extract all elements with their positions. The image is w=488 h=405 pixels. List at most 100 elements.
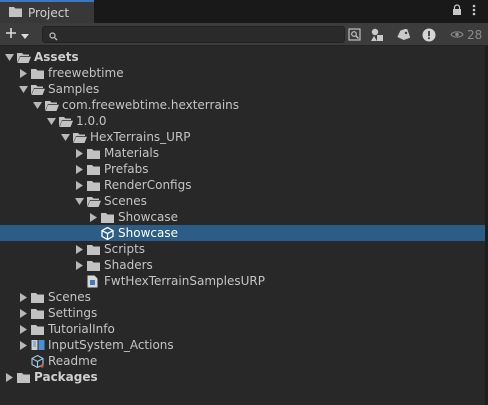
project-toolbar: 28 bbox=[0, 23, 488, 46]
hidden-count-label: 28 bbox=[467, 27, 483, 42]
plus-icon bbox=[5, 27, 17, 42]
folder-icon bbox=[87, 259, 101, 271]
folder-icon bbox=[9, 6, 22, 20]
tree-row[interactable]: Readme bbox=[0, 353, 485, 369]
tree-row[interactable]: Samples bbox=[0, 81, 485, 97]
tree-item-label: FwtHexTerrainSamplesURP bbox=[104, 274, 265, 288]
folder-icon bbox=[31, 307, 45, 319]
collapsed-arrow-icon[interactable] bbox=[4, 372, 14, 382]
create-button[interactable] bbox=[5, 25, 33, 44]
folder-open-icon bbox=[87, 195, 101, 207]
tree-item-label: Scenes bbox=[48, 290, 91, 304]
tree-row[interactable]: Scenes bbox=[0, 193, 485, 209]
folder-icon bbox=[87, 163, 101, 175]
input-actions-icon bbox=[31, 339, 45, 351]
tree-row[interactable]: Scenes bbox=[0, 289, 485, 305]
tree-item-label: Settings bbox=[48, 306, 98, 320]
info-icon[interactable] bbox=[420, 26, 438, 43]
folder-open-icon bbox=[73, 131, 87, 143]
tree-row[interactable]: FwtHexTerrainSamplesURP bbox=[0, 273, 485, 289]
filter-by-label-icon[interactable] bbox=[394, 26, 412, 43]
tree-item-label: Samples bbox=[48, 82, 100, 96]
search-by-type-icon[interactable] bbox=[346, 26, 362, 43]
collapsed-arrow-icon[interactable] bbox=[74, 260, 84, 270]
lock-icon[interactable] bbox=[452, 4, 462, 19]
search-input[interactable] bbox=[42, 26, 345, 43]
folder-icon bbox=[87, 147, 101, 159]
folder-open-icon bbox=[17, 51, 31, 63]
folder-icon bbox=[31, 323, 45, 335]
tree-row[interactable]: freewebtime bbox=[0, 65, 485, 81]
tree-row[interactable]: Scripts bbox=[0, 241, 485, 257]
unity-scene-icon bbox=[101, 226, 115, 240]
tree-item-label: Prefabs bbox=[104, 162, 149, 176]
tree-item-label: Showcase bbox=[118, 210, 178, 224]
tree-row[interactable]: InputSystem_Actions bbox=[0, 337, 485, 353]
expanded-arrow-icon[interactable] bbox=[4, 52, 14, 62]
tree-item-label: Showcase bbox=[118, 226, 178, 240]
tree-item-label: Scripts bbox=[104, 242, 146, 256]
tree-row[interactable]: Settings bbox=[0, 305, 485, 321]
tab-project[interactable]: Project bbox=[0, 0, 94, 23]
window-tab-bar: Project bbox=[0, 0, 488, 23]
hidden-packages-toggle[interactable]: 28 bbox=[450, 26, 482, 43]
collapsed-arrow-icon[interactable] bbox=[88, 212, 98, 222]
folder-icon bbox=[17, 371, 31, 383]
tree-row[interactable]: com.freewebtime.hexterrains bbox=[0, 97, 485, 113]
tree-item-label: Scenes bbox=[104, 194, 147, 208]
tree-row[interactable]: Showcase bbox=[0, 209, 485, 225]
tree-row[interactable]: TutorialInfo bbox=[0, 321, 485, 337]
tree-row[interactable]: Packages bbox=[0, 369, 485, 385]
tree-item-label: RenderConfigs bbox=[104, 178, 192, 192]
assembly-definition-icon bbox=[87, 275, 101, 287]
more-options-icon[interactable] bbox=[472, 4, 476, 19]
tree-row[interactable]: HexTerrains_URP bbox=[0, 129, 485, 145]
tree-row[interactable]: 1.0.0 bbox=[0, 113, 485, 129]
tree-item-label: Assets bbox=[34, 50, 79, 64]
folder-open-icon bbox=[59, 115, 73, 127]
collapsed-arrow-icon[interactable] bbox=[74, 180, 84, 190]
tree-row[interactable]: Shaders bbox=[0, 257, 485, 273]
folder-icon bbox=[101, 211, 115, 223]
tree-item-label: TutorialInfo bbox=[48, 322, 115, 336]
collapsed-arrow-icon[interactable] bbox=[18, 292, 28, 302]
expanded-arrow-icon[interactable] bbox=[32, 100, 42, 110]
eye-icon bbox=[450, 28, 464, 42]
collapsed-arrow-icon[interactable] bbox=[74, 164, 84, 174]
folder-icon bbox=[31, 291, 45, 303]
expanded-arrow-icon[interactable] bbox=[74, 196, 84, 206]
tree-row[interactable]: Assets bbox=[0, 49, 485, 65]
filter-by-type-icon[interactable] bbox=[368, 26, 386, 43]
collapsed-arrow-icon[interactable] bbox=[18, 68, 28, 78]
tree-item-label: 1.0.0 bbox=[76, 114, 107, 128]
readme-cube-icon bbox=[31, 354, 45, 368]
collapsed-arrow-icon[interactable] bbox=[74, 148, 84, 158]
collapsed-arrow-icon[interactable] bbox=[74, 244, 84, 254]
dropdown-arrow-icon bbox=[21, 28, 29, 42]
collapsed-arrow-icon[interactable] bbox=[18, 340, 28, 350]
collapsed-arrow-icon[interactable] bbox=[18, 308, 28, 318]
tree-item-label: Shaders bbox=[104, 258, 153, 272]
tree-item-label: Materials bbox=[104, 146, 160, 160]
expanded-arrow-icon[interactable] bbox=[60, 132, 70, 142]
folder-open-icon bbox=[45, 99, 59, 111]
tree-item-label: freewebtime bbox=[48, 66, 124, 80]
folder-open-icon bbox=[31, 83, 45, 95]
tab-project-label: Project bbox=[28, 5, 70, 20]
expanded-arrow-icon[interactable] bbox=[18, 84, 28, 94]
search-icon bbox=[49, 30, 58, 44]
tree-item-label: com.freewebtime.hexterrains bbox=[62, 98, 240, 112]
tree-row[interactable]: Prefabs bbox=[0, 161, 485, 177]
folder-icon bbox=[87, 179, 101, 191]
tree-item-label: Packages bbox=[34, 370, 98, 384]
collapsed-arrow-icon[interactable] bbox=[18, 324, 28, 334]
tree-item-label: Readme bbox=[48, 354, 98, 368]
tree-row[interactable]: Materials bbox=[0, 145, 485, 161]
tree-row[interactable]: RenderConfigs bbox=[0, 177, 485, 193]
tree-item-label: InputSystem_Actions bbox=[48, 338, 174, 352]
expanded-arrow-icon[interactable] bbox=[46, 116, 56, 126]
project-tree[interactable]: Assets freewebtime Samples com.freewebtime.… bbox=[0, 46, 485, 405]
folder-icon bbox=[31, 67, 45, 79]
tree-row[interactable]: Showcase bbox=[0, 225, 485, 241]
folder-icon bbox=[87, 243, 101, 255]
